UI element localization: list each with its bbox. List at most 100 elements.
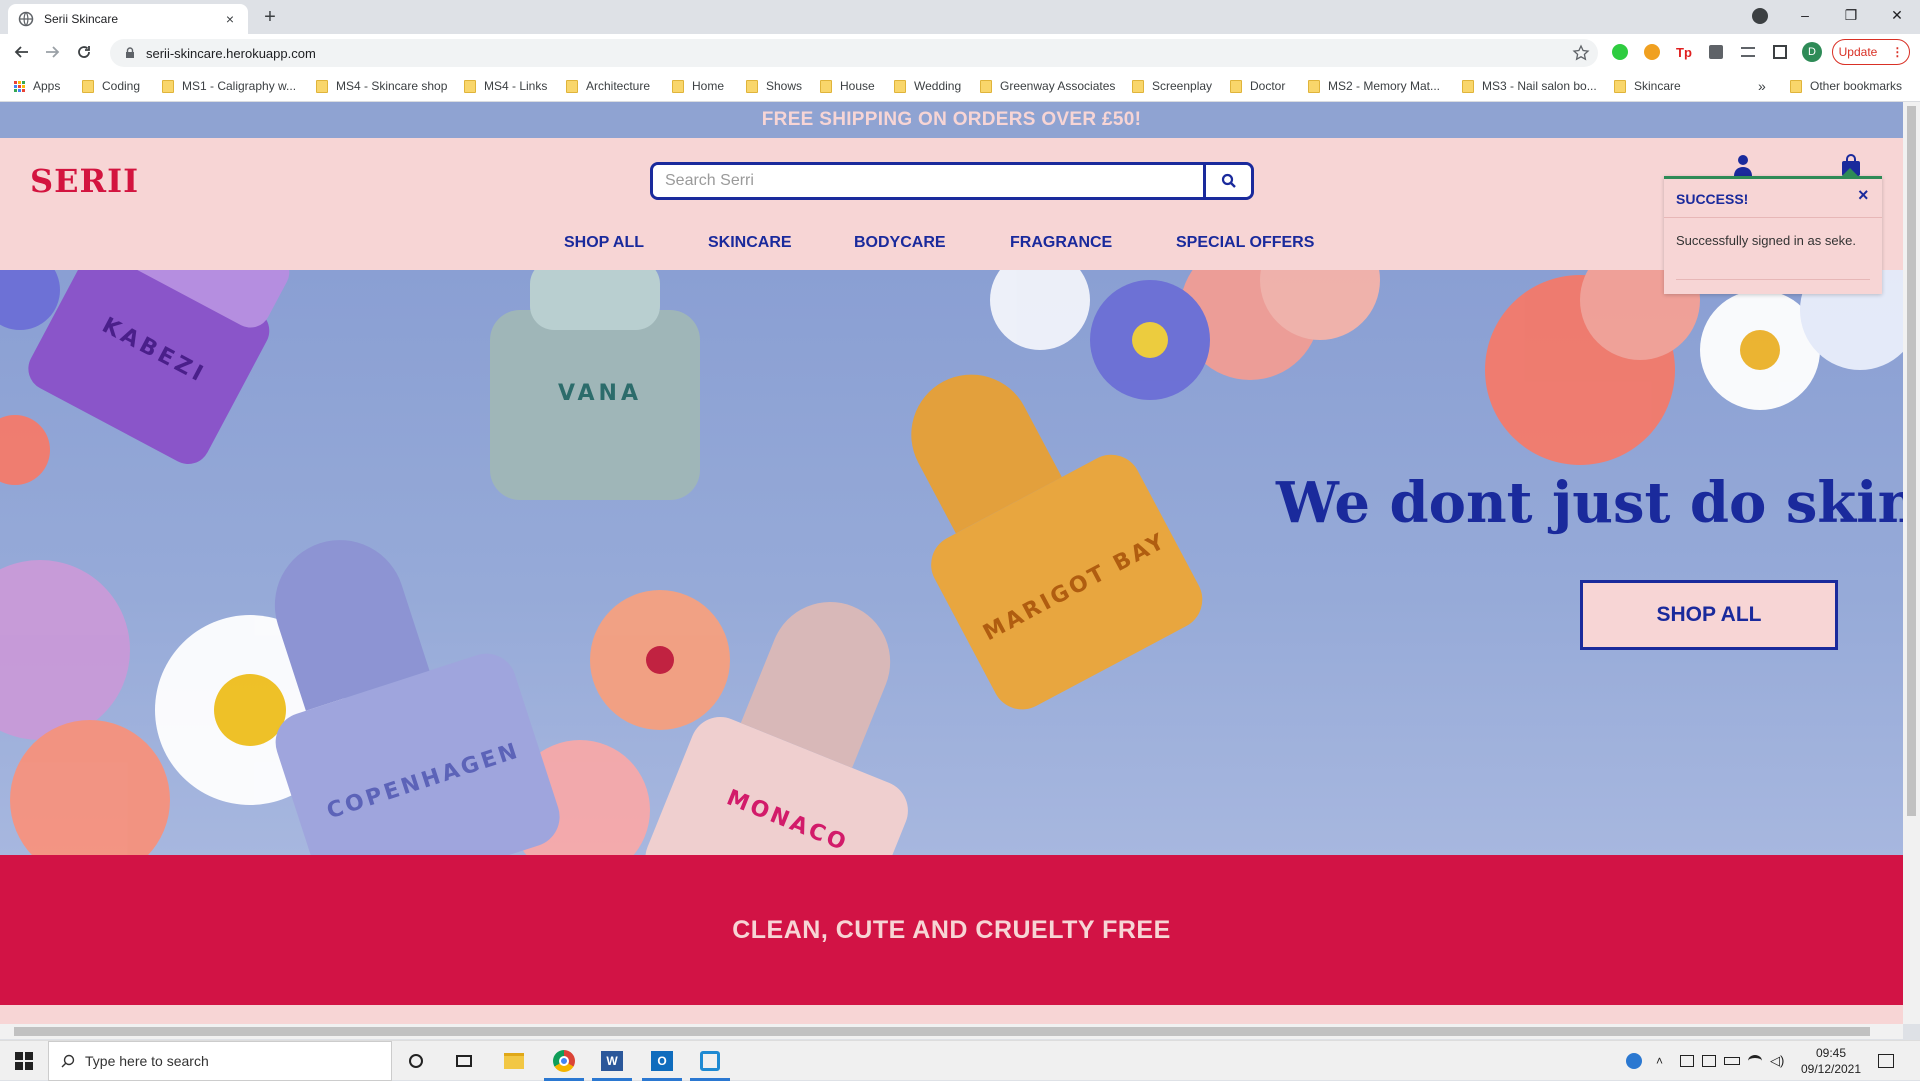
minimize-button[interactable]: – xyxy=(1782,0,1828,30)
bookmark-label: Doctor xyxy=(1250,79,1286,93)
folder-icon xyxy=(1614,79,1626,93)
speaker-icon[interactable]: ◁) xyxy=(1770,1053,1784,1069)
url-text: serii-skincare.herokuapp.com xyxy=(146,45,316,61)
bookmark-folder[interactable]: Doctor xyxy=(1230,78,1285,94)
vscode-icon[interactable] xyxy=(696,1047,724,1075)
bookmark-label: Shows xyxy=(766,79,803,93)
scrollbar-thumb[interactable] xyxy=(1907,106,1916,816)
hero-section: KABEZI VANA MARIGOT BAY COPENHAGEN MONAC xyxy=(0,270,1903,855)
outlook-icon[interactable]: O xyxy=(648,1047,676,1075)
apps-grid-icon xyxy=(14,80,25,92)
reload-icon xyxy=(78,46,90,58)
bookmark-folder[interactable]: Greenway Associates xyxy=(980,78,1115,94)
chevron-up-icon[interactable]: ˄ xyxy=(1656,1041,1663,1081)
page-viewport: FREE SHIPPING ON ORDERS OVER £50! SERII … xyxy=(0,102,1903,1024)
battery-icon[interactable] xyxy=(1724,1057,1740,1065)
notifications-icon[interactable] xyxy=(1878,1041,1894,1081)
nav-bodycare[interactable]: BODYCARE xyxy=(854,234,946,252)
bookmark-folder[interactable]: MS4 - Links xyxy=(464,78,547,94)
bookmark-apps[interactable]: Apps xyxy=(14,78,60,94)
address-bar[interactable]: serii-skincare.herokuapp.com xyxy=(110,39,1598,67)
extension-grammarly-icon[interactable] xyxy=(1642,42,1662,62)
forward-button[interactable] xyxy=(40,40,64,64)
bookmark-label: Apps xyxy=(33,79,61,93)
puzzle-icon[interactable] xyxy=(1706,42,1726,62)
bookmark-folder[interactable]: Skincare xyxy=(1614,78,1681,94)
new-tab-button[interactable]: + xyxy=(258,6,282,30)
taskbar-search[interactable]: Type here to search xyxy=(48,1041,392,1081)
restore-button[interactable]: ❐ xyxy=(1828,0,1874,30)
nav-skincare[interactable]: SKINCARE xyxy=(708,234,792,252)
wifi-icon[interactable] xyxy=(1748,1055,1762,1067)
word-icon[interactable]: W xyxy=(598,1047,626,1075)
site-logo[interactable]: SERII xyxy=(30,162,139,200)
toast-divider xyxy=(1676,279,1870,280)
tagline-banner: CLEAN, CUTE AND CRUELTY FREE xyxy=(0,855,1903,1005)
star-icon[interactable] xyxy=(1572,44,1590,62)
search-bar xyxy=(650,162,1254,200)
bookmark-folder[interactable]: House xyxy=(820,78,875,94)
vertical-scrollbar[interactable] xyxy=(1903,102,1920,1024)
tab-close-icon[interactable]: × xyxy=(222,11,238,27)
bookmark-label: Home xyxy=(692,79,725,93)
clock[interactable]: 09:45 09/12/2021 xyxy=(1796,1041,1866,1081)
clock-date: 09/12/2021 xyxy=(1800,1062,1862,1076)
free-shipping-banner: FREE SHIPPING ON ORDERS OVER £50! xyxy=(0,102,1903,138)
bookmark-label: Other bookmarks xyxy=(1810,79,1903,93)
task-view-icon[interactable] xyxy=(450,1047,478,1075)
bookmark-label: Screenplay xyxy=(1152,79,1213,93)
bookmark-label: MS2 - Memory Mat... xyxy=(1328,79,1441,93)
bookmark-folder[interactable]: Shows xyxy=(746,78,802,94)
hero-shop-all-button[interactable]: SHOP ALL xyxy=(1580,580,1838,650)
profile-avatar[interactable]: D xyxy=(1802,42,1822,62)
bookmarks-overflow-button[interactable]: » xyxy=(1758,78,1766,94)
folder-icon xyxy=(1790,79,1802,93)
bookmark-label: Coding xyxy=(102,79,141,93)
media-icon[interactable] xyxy=(1738,42,1758,62)
bookmark-folder[interactable]: Screenplay xyxy=(1132,78,1212,94)
scrollbar-thumb[interactable] xyxy=(14,1027,1870,1036)
bookmark-folder[interactable]: MS4 - Skincare shop xyxy=(316,78,447,94)
nav-special-offers[interactable]: SPECIAL OFFERS xyxy=(1176,234,1314,252)
folder-icon xyxy=(316,79,328,93)
close-window-button[interactable]: ✕ xyxy=(1874,0,1920,30)
tab-search-icon[interactable] xyxy=(1752,8,1768,24)
nav-fragrance[interactable]: FRAGRANCE xyxy=(1010,234,1112,252)
other-bookmarks[interactable]: Other bookmarks xyxy=(1790,78,1902,94)
file-explorer-icon[interactable] xyxy=(500,1047,528,1075)
bookmark-folder[interactable]: MS3 - Nail salon bo... xyxy=(1462,78,1597,94)
cortana-icon[interactable] xyxy=(402,1047,430,1075)
update-button[interactable]: Update ⋮ xyxy=(1832,39,1910,65)
chrome-icon[interactable] xyxy=(550,1047,578,1075)
hero-headline: We dont just do skincare! xyxy=(1276,470,1903,536)
user-icon[interactable] xyxy=(1732,154,1754,176)
folder-icon xyxy=(894,79,906,93)
bookmark-folder[interactable]: Wedding xyxy=(894,78,961,94)
windows-start-icon[interactable] xyxy=(10,1047,38,1075)
toast-close-icon[interactable]: × xyxy=(1858,185,1869,206)
folder-icon xyxy=(566,79,578,93)
extension-green-icon[interactable] xyxy=(1610,42,1630,62)
folder-icon xyxy=(672,79,684,93)
taskbar-search-placeholder: Type here to search xyxy=(85,1053,209,1069)
nav-shop-all[interactable]: SHOP ALL xyxy=(564,234,644,252)
reload-button[interactable] xyxy=(72,40,96,64)
bookmark-folder[interactable]: Coding xyxy=(82,78,140,94)
bookmark-folder[interactable]: Architecture xyxy=(566,78,650,94)
browser-tab[interactable]: Serii Skincare × xyxy=(8,4,248,34)
meet-icon[interactable] xyxy=(1680,1055,1694,1067)
help-icon[interactable] xyxy=(1626,1041,1642,1081)
horizontal-scrollbar[interactable] xyxy=(0,1024,1903,1039)
folder-icon xyxy=(464,79,476,93)
bookmark-folder[interactable]: MS1 - Caligraphy w... xyxy=(162,78,296,94)
display-icon[interactable] xyxy=(1702,1055,1716,1067)
bookmark-folder[interactable]: MS2 - Memory Mat... xyxy=(1308,78,1440,94)
bookmark-folder[interactable]: Home xyxy=(672,78,724,94)
side-panel-icon[interactable] xyxy=(1770,42,1790,62)
search-input[interactable] xyxy=(653,165,1203,197)
windows-taskbar: Type here to search W O ˄ ◁) 09:45 09/12… xyxy=(0,1040,1920,1081)
search-button[interactable] xyxy=(1203,165,1251,197)
back-button[interactable] xyxy=(10,40,34,64)
extension-tp-icon[interactable]: Tp xyxy=(1674,42,1694,62)
bookmark-label: Wedding xyxy=(914,79,962,93)
